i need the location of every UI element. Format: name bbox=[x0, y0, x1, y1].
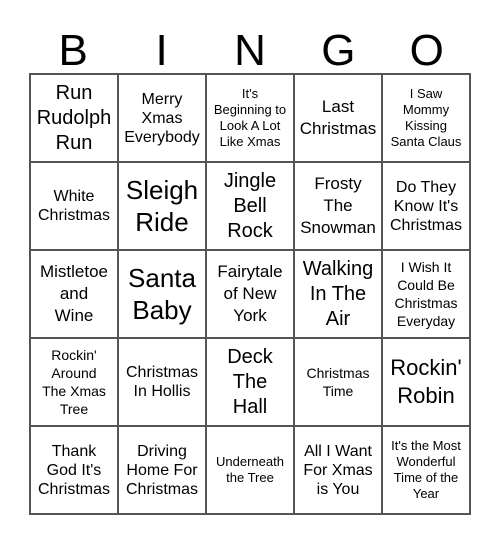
cell-text: Christmas Time bbox=[306, 365, 370, 399]
cell-text: Driving Home For Christmas bbox=[125, 442, 198, 498]
bingo-cell[interactable]: Run Rudolph Run bbox=[30, 74, 118, 162]
bingo-cell[interactable]: Jingle Bell Rock bbox=[206, 162, 294, 250]
cell-text: It's Beginning to Look A Lot Like Xmas bbox=[213, 86, 287, 149]
cell-text: Do They Know It's Christmas bbox=[389, 178, 462, 234]
cell-text: Run Rudolph Run bbox=[36, 81, 112, 154]
cell-text: It's the Most Wonderful Time of the Year bbox=[391, 438, 461, 501]
header-letter-o: O bbox=[409, 26, 444, 75]
bingo-cell[interactable]: Walking In The Air bbox=[294, 250, 382, 338]
header-letter-g: G bbox=[321, 26, 356, 75]
cell-text: Deck The Hall bbox=[227, 345, 273, 418]
cell-text: Mistletoe and Wine bbox=[39, 262, 109, 325]
bingo-cell[interactable]: Rockin' Around The Xmas Tree bbox=[30, 338, 118, 426]
bingo-cell[interactable]: Rockin' Robin bbox=[382, 338, 470, 426]
cell-text: I Wish It Could Be Christmas Everyday bbox=[394, 259, 458, 329]
bingo-header: B I N G O bbox=[29, 28, 471, 73]
cell-text: Sleigh Ride bbox=[125, 175, 199, 237]
bingo-card: Run Rudolph Run Merry Xmas Everybody It'… bbox=[29, 73, 471, 515]
cell-text: All I Want For Xmas is You bbox=[303, 442, 373, 498]
bingo-cell[interactable]: Fairytale of New York bbox=[206, 250, 294, 338]
cell-text: Santa Baby bbox=[128, 263, 196, 325]
bingo-cell[interactable]: It's Beginning to Look A Lot Like Xmas bbox=[206, 74, 294, 162]
header-letter-n: N bbox=[234, 26, 266, 75]
cell-text: Last Christmas bbox=[299, 97, 377, 138]
cell-text: Rockin' Robin bbox=[390, 355, 462, 408]
bingo-cell[interactable]: Deck The Hall bbox=[206, 338, 294, 426]
cell-text: Fairytale of New York bbox=[217, 262, 283, 325]
bingo-cell[interactable]: Merry Xmas Everybody bbox=[118, 74, 206, 162]
cell-text: Walking In The Air bbox=[302, 257, 374, 330]
header-letter-i: I bbox=[155, 26, 168, 75]
bingo-cell[interactable]: Driving Home For Christmas bbox=[118, 426, 206, 514]
bingo-cell[interactable]: Last Christmas bbox=[294, 74, 382, 162]
cell-text: Merry Xmas Everybody bbox=[124, 90, 200, 146]
bingo-cell[interactable]: Christmas In Hollis bbox=[118, 338, 206, 426]
bingo-cell[interactable]: Mistletoe and Wine bbox=[30, 250, 118, 338]
cell-text: I Saw Mommy Kissing Santa Claus bbox=[390, 86, 462, 149]
bingo-cell[interactable]: Thank God It's Christmas bbox=[30, 426, 118, 514]
bingo-cell[interactable]: Frosty The Snowman bbox=[294, 162, 382, 250]
bingo-cell[interactable]: All I Want For Xmas is You bbox=[294, 426, 382, 514]
bingo-cell[interactable]: Do They Know It's Christmas bbox=[382, 162, 470, 250]
cell-text: White Christmas bbox=[37, 188, 110, 224]
cell-text: Thank God It's Christmas bbox=[37, 442, 110, 498]
cell-text: Underneath the Tree bbox=[216, 454, 284, 485]
cell-text: Rockin' Around The Xmas Tree bbox=[42, 347, 106, 417]
bingo-cell[interactable]: It's the Most Wonderful Time of the Year bbox=[382, 426, 470, 514]
bingo-cell[interactable]: Underneath the Tree bbox=[206, 426, 294, 514]
bingo-cell[interactable]: I Wish It Could Be Christmas Everyday bbox=[382, 250, 470, 338]
bingo-cell[interactable]: Sleigh Ride bbox=[118, 162, 206, 250]
bingo-cell[interactable]: Christmas Time bbox=[294, 338, 382, 426]
cell-text: Frosty The Snowman bbox=[300, 174, 376, 237]
cell-text: Jingle Bell Rock bbox=[223, 169, 277, 242]
cell-text: Christmas In Hollis bbox=[125, 364, 198, 400]
bingo-cell[interactable]: White Christmas bbox=[30, 162, 118, 250]
header-letter-b: B bbox=[58, 26, 88, 75]
bingo-cell[interactable]: Santa Baby bbox=[118, 250, 206, 338]
bingo-cell[interactable]: I Saw Mommy Kissing Santa Claus bbox=[382, 74, 470, 162]
